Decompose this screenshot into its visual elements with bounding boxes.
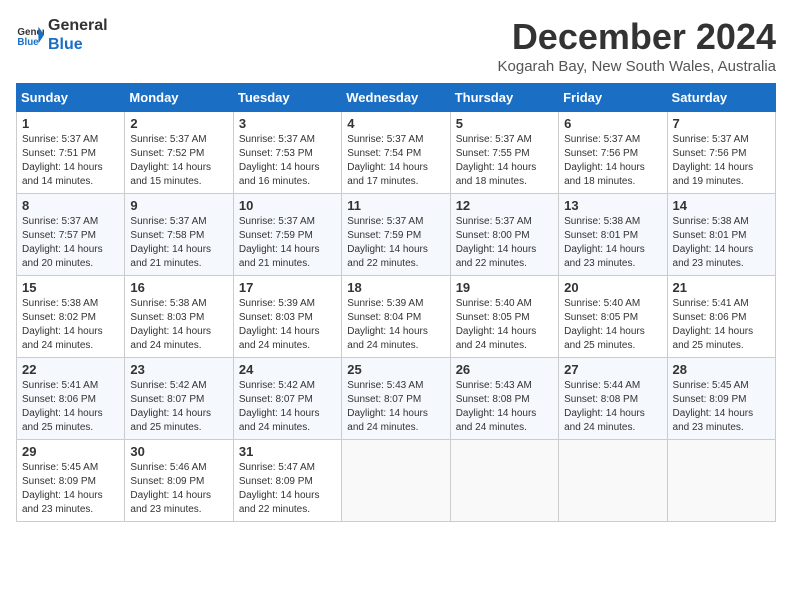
calendar-day-cell: 26Sunrise: 5:43 AM Sunset: 8:08 PM Dayli… — [450, 358, 558, 440]
day-of-week-header: Monday — [125, 84, 233, 112]
calendar-week-row: 15Sunrise: 5:38 AM Sunset: 8:02 PM Dayli… — [17, 276, 776, 358]
calendar-day-cell: 27Sunrise: 5:44 AM Sunset: 8:08 PM Dayli… — [559, 358, 667, 440]
logo: General Blue General Blue — [16, 16, 108, 54]
calendar-day-cell: 13Sunrise: 5:38 AM Sunset: 8:01 PM Dayli… — [559, 194, 667, 276]
calendar-day-cell: 30Sunrise: 5:46 AM Sunset: 8:09 PM Dayli… — [125, 440, 233, 522]
page-header: General Blue General Blue December 2024 … — [16, 16, 776, 75]
calendar-day-cell — [559, 440, 667, 522]
logo-icon: General Blue — [16, 21, 44, 49]
calendar-week-row: 8Sunrise: 5:37 AM Sunset: 7:57 PM Daylig… — [17, 194, 776, 276]
day-of-week-header: Thursday — [450, 84, 558, 112]
calendar-table: SundayMondayTuesdayWednesdayThursdayFrid… — [16, 83, 776, 522]
calendar-day-cell: 4Sunrise: 5:37 AM Sunset: 7:54 PM Daylig… — [342, 112, 450, 194]
calendar-day-cell: 24Sunrise: 5:42 AM Sunset: 8:07 PM Dayli… — [233, 358, 341, 440]
month-year-title: December 2024 — [498, 16, 776, 58]
calendar-day-cell: 5Sunrise: 5:37 AM Sunset: 7:55 PM Daylig… — [450, 112, 558, 194]
calendar-day-cell: 3Sunrise: 5:37 AM Sunset: 7:53 PM Daylig… — [233, 112, 341, 194]
calendar-week-row: 29Sunrise: 5:45 AM Sunset: 8:09 PM Dayli… — [17, 440, 776, 522]
calendar-day-cell: 22Sunrise: 5:41 AM Sunset: 8:06 PM Dayli… — [17, 358, 125, 440]
calendar-day-cell: 1Sunrise: 5:37 AM Sunset: 7:51 PM Daylig… — [17, 112, 125, 194]
title-block: December 2024 Kogarah Bay, New South Wal… — [498, 16, 776, 75]
calendar-day-cell: 18Sunrise: 5:39 AM Sunset: 8:04 PM Dayli… — [342, 276, 450, 358]
day-of-week-header: Saturday — [667, 84, 775, 112]
calendar-day-cell: 23Sunrise: 5:42 AM Sunset: 8:07 PM Dayli… — [125, 358, 233, 440]
calendar-day-cell — [450, 440, 558, 522]
calendar-day-cell: 20Sunrise: 5:40 AM Sunset: 8:05 PM Dayli… — [559, 276, 667, 358]
day-of-week-header: Friday — [559, 84, 667, 112]
calendar-week-row: 1Sunrise: 5:37 AM Sunset: 7:51 PM Daylig… — [17, 112, 776, 194]
logo-general: General — [48, 16, 108, 35]
calendar-week-row: 22Sunrise: 5:41 AM Sunset: 8:06 PM Dayli… — [17, 358, 776, 440]
svg-text:Blue: Blue — [17, 37, 39, 48]
calendar-day-cell — [342, 440, 450, 522]
calendar-day-cell: 29Sunrise: 5:45 AM Sunset: 8:09 PM Dayli… — [17, 440, 125, 522]
calendar-day-cell: 31Sunrise: 5:47 AM Sunset: 8:09 PM Dayli… — [233, 440, 341, 522]
calendar-day-cell: 16Sunrise: 5:38 AM Sunset: 8:03 PM Dayli… — [125, 276, 233, 358]
calendar-day-cell: 8Sunrise: 5:37 AM Sunset: 7:57 PM Daylig… — [17, 194, 125, 276]
calendar-day-cell: 19Sunrise: 5:40 AM Sunset: 8:05 PM Dayli… — [450, 276, 558, 358]
calendar-day-cell: 21Sunrise: 5:41 AM Sunset: 8:06 PM Dayli… — [667, 276, 775, 358]
day-of-week-header: Wednesday — [342, 84, 450, 112]
calendar-day-cell: 10Sunrise: 5:37 AM Sunset: 7:59 PM Dayli… — [233, 194, 341, 276]
calendar-day-cell: 6Sunrise: 5:37 AM Sunset: 7:56 PM Daylig… — [559, 112, 667, 194]
calendar-day-cell: 17Sunrise: 5:39 AM Sunset: 8:03 PM Dayli… — [233, 276, 341, 358]
day-of-week-header: Sunday — [17, 84, 125, 112]
calendar-day-cell: 25Sunrise: 5:43 AM Sunset: 8:07 PM Dayli… — [342, 358, 450, 440]
calendar-header-row: SundayMondayTuesdayWednesdayThursdayFrid… — [17, 84, 776, 112]
calendar-day-cell: 2Sunrise: 5:37 AM Sunset: 7:52 PM Daylig… — [125, 112, 233, 194]
calendar-day-cell: 12Sunrise: 5:37 AM Sunset: 8:00 PM Dayli… — [450, 194, 558, 276]
calendar-day-cell: 7Sunrise: 5:37 AM Sunset: 7:56 PM Daylig… — [667, 112, 775, 194]
calendar-day-cell: 9Sunrise: 5:37 AM Sunset: 7:58 PM Daylig… — [125, 194, 233, 276]
calendar-day-cell: 28Sunrise: 5:45 AM Sunset: 8:09 PM Dayli… — [667, 358, 775, 440]
location-subtitle: Kogarah Bay, New South Wales, Australia — [498, 58, 776, 75]
calendar-day-cell: 11Sunrise: 5:37 AM Sunset: 7:59 PM Dayli… — [342, 194, 450, 276]
day-of-week-header: Tuesday — [233, 84, 341, 112]
calendar-day-cell: 15Sunrise: 5:38 AM Sunset: 8:02 PM Dayli… — [17, 276, 125, 358]
logo-blue: Blue — [48, 35, 108, 54]
calendar-day-cell — [667, 440, 775, 522]
calendar-day-cell: 14Sunrise: 5:38 AM Sunset: 8:01 PM Dayli… — [667, 194, 775, 276]
